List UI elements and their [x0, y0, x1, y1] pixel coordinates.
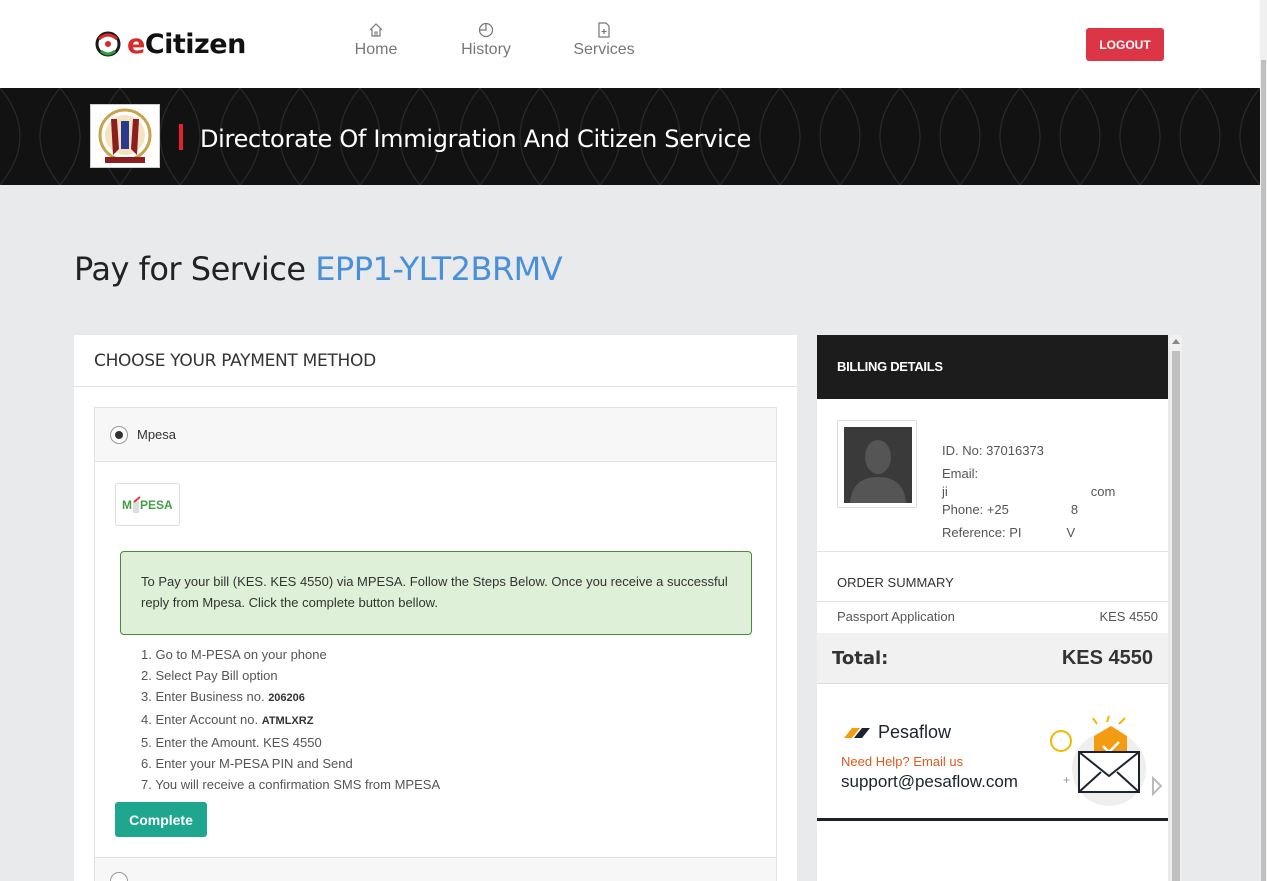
id-number: ID. No: 37016373 [942, 443, 1044, 458]
complete-button[interactable]: Complete [115, 802, 207, 837]
next-payment-radio[interactable] [110, 872, 128, 881]
ecitizen-logo[interactable]: eCitizen [93, 27, 246, 61]
services-icon [598, 22, 610, 38]
step-text: 5. Enter the Amount. KES 4550 [141, 735, 322, 750]
service-reference: EPP1-YLT2BRMV [315, 250, 563, 288]
pesaflow-logo: Pesaflow [842, 722, 951, 743]
mpesa-instruction-alert: To Pay your bill (KES. KES 4550) via MPE… [120, 551, 752, 635]
mpesa-radio[interactable] [110, 425, 128, 444]
divider [817, 601, 1168, 602]
step-item: 7. You will receive a confirmation SMS f… [141, 774, 440, 795]
step-text: 3. Enter Business no. [141, 689, 269, 704]
order-item-name: Passport Application [837, 609, 955, 624]
pesaflow-help-panel: Pesaflow Need Help? Email us support@pes… [817, 704, 1168, 821]
logo-text-rest: Citizen [144, 28, 246, 60]
email-value: ji com [942, 485, 1115, 498]
svg-text:+: + [1063, 773, 1070, 787]
order-summary-title: ORDER SUMMARY [837, 575, 954, 590]
support-email-link[interactable]: support@pesaflow.com [841, 772, 1018, 792]
step-text: 2. Select Pay Bill option [141, 668, 278, 683]
billing-details-card: BILLING DETAILS ID. No: 37016373 Email: … [817, 335, 1168, 881]
payment-method-card: CHOOSE YOUR PAYMENT METHOD Mpesa M PESA … [74, 335, 797, 881]
reference-start: Reference: PI [942, 525, 1022, 540]
mpesa-option[interactable]: Mpesa [95, 408, 776, 462]
svg-text:M: M [122, 498, 132, 512]
email-end: com [1090, 484, 1116, 499]
crest-icon [98, 108, 152, 163]
step-item: 4. Enter Account no. ATMLXRZ [141, 709, 440, 732]
next-payment-option[interactable] [95, 857, 776, 881]
page-title: Pay for Service EPP1-YLT2BRMV [74, 250, 563, 288]
nav-services[interactable]: Services [573, 22, 635, 59]
billing-scrollbar[interactable] [1170, 335, 1182, 881]
total-row: Total: KES 4550 [817, 633, 1168, 684]
scroll-up-arrow-icon[interactable] [1172, 339, 1180, 344]
user-silhouette-icon [850, 440, 906, 503]
billing-info: ID. No: 37016373 Email: ji com Phone: +25… [942, 439, 1115, 544]
nav-history-label: History [461, 41, 511, 58]
phone-end: 8 [1070, 502, 1079, 517]
logo-text: eCitizen [127, 29, 246, 60]
immigration-crest-logo [90, 104, 160, 168]
phone-start: Phone: +25 [942, 502, 1009, 517]
top-navbar: eCitizen Home History Services LOGOUT [0, 0, 1260, 88]
order-item-amount: KES 4550 [1099, 609, 1158, 624]
step-item: 2. Select Pay Bill option [141, 665, 440, 686]
history-icon [478, 22, 494, 38]
mpesa-label: Mpesa [137, 427, 177, 442]
svg-text:PESA: PESA [140, 498, 173, 512]
logo-text-e: e [127, 28, 145, 60]
step-item: 1. Go to M-PESA on your phone [141, 644, 440, 665]
reference-end: V [1066, 525, 1076, 540]
step-item: 6. Enter your M-PESA PIN and Send [141, 753, 440, 774]
home-icon [369, 23, 383, 37]
nav-home[interactable]: Home [352, 22, 400, 59]
scroll-thumb[interactable] [1172, 351, 1180, 881]
need-help-text: Need Help? Email us [841, 754, 964, 769]
pesaflow-logo-icon [844, 727, 870, 738]
step-item: 3. Enter Business no. 206206 [141, 686, 440, 709]
email-start: ji [942, 484, 948, 499]
phone-value: Phone: +25 8 [942, 498, 1115, 521]
reference-value: Reference: PI V [942, 521, 1115, 544]
email-label: Email: [942, 466, 979, 481]
page-title-prefix: Pay for Service [74, 250, 306, 288]
nav-history[interactable]: History [458, 22, 514, 59]
page-scroll-thumb[interactable] [1261, 60, 1266, 881]
pesaflow-brand: Pesaflow [878, 722, 952, 742]
mpesa-steps-list: 1. Go to M-PESA on your phone 2. Select … [141, 644, 440, 795]
step-text: 7. You will receive a confirmation SMS f… [141, 777, 441, 792]
business-number: 206206 [268, 692, 305, 704]
divider [817, 551, 1168, 552]
payment-method-header: CHOOSE YOUR PAYMENT METHOD [74, 335, 797, 387]
banner-accent-bar [179, 124, 183, 150]
step-text: 1. Go to M-PESA on your phone [141, 647, 327, 662]
logout-button[interactable]: LOGOUT [1086, 28, 1164, 61]
total-amount: KES 4550 [1061, 646, 1153, 669]
ecitizen-logo-icon [95, 31, 121, 57]
department-title: Directorate Of Immigration And Citizen S… [200, 125, 751, 153]
billing-details-header: BILLING DETAILS [817, 335, 1168, 399]
nav-home-label: Home [354, 41, 398, 58]
envelope-icon: + [1050, 715, 1163, 806]
page-scrollbar[interactable] [1260, 0, 1267, 881]
nav-services-label: Services [573, 41, 635, 58]
mpesa-method-panel: Mpesa M PESA To Pay your bill (KES. KES … [94, 407, 777, 881]
step-text: 4. Enter Account no. [141, 712, 262, 727]
order-item-row: Passport Application KES 4550 [837, 609, 1158, 624]
step-text: 6. Enter your M-PESA PIN and Send [141, 756, 353, 771]
department-banner: Directorate Of Immigration And Citizen S… [0, 88, 1260, 185]
avatar [844, 427, 912, 503]
step-item: 5. Enter the Amount. KES 4550 [141, 732, 440, 753]
mpesa-logo: M PESA [115, 483, 180, 526]
total-label: Total: [832, 647, 889, 669]
avatar-frame [837, 420, 917, 508]
mpesa-logo-icon: M PESA [122, 495, 173, 513]
account-number: ATMLXRZ [261, 715, 314, 727]
